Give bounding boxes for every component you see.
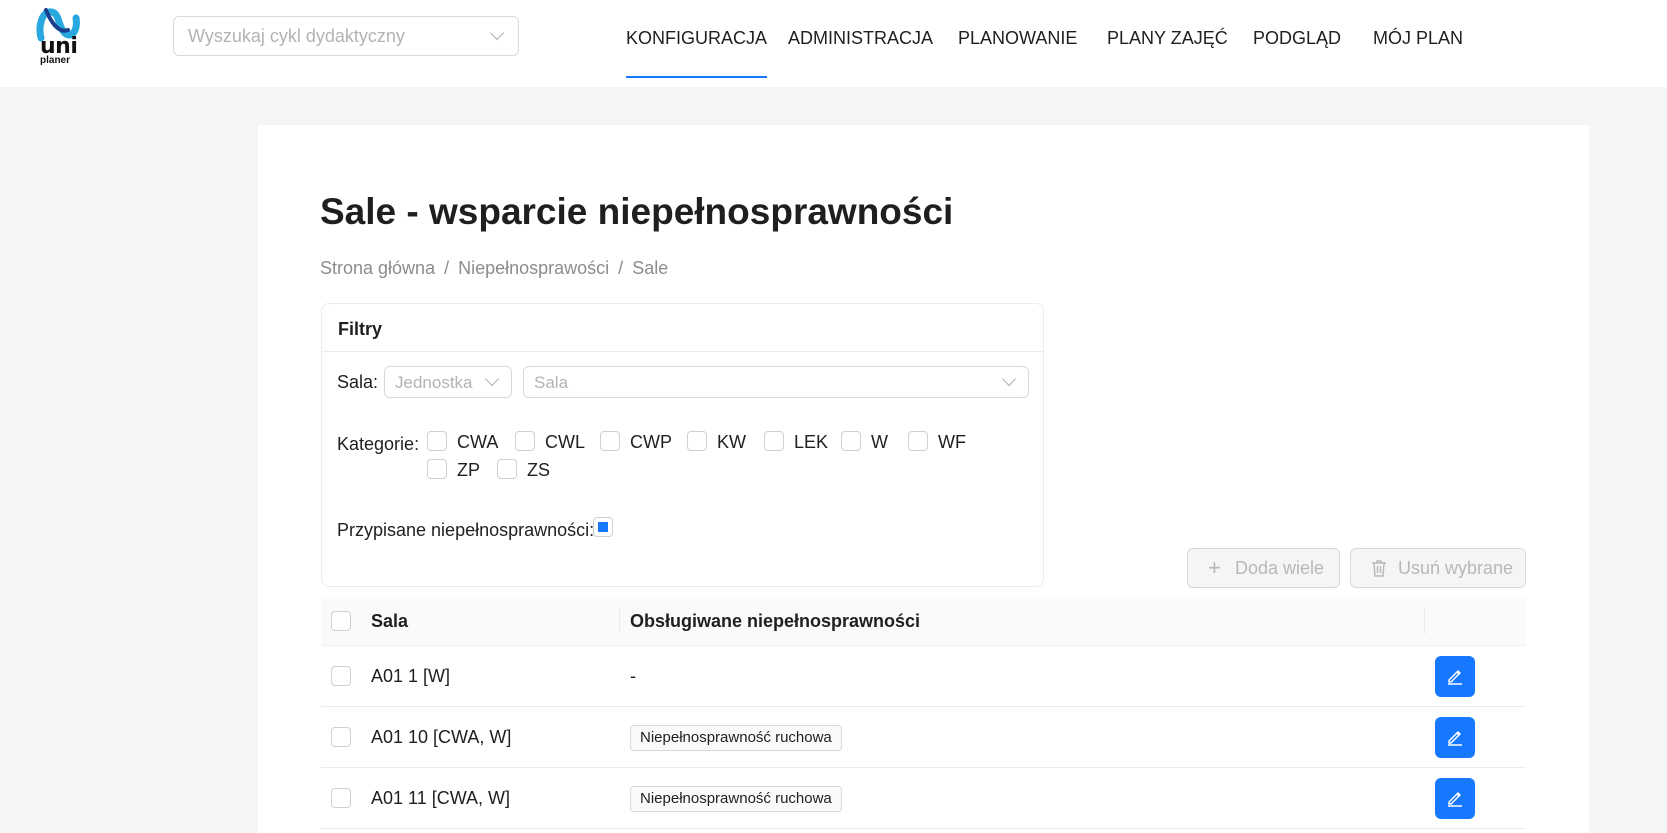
row-checkbox[interactable] [331, 727, 351, 747]
room-select[interactable]: Sala [523, 366, 1029, 398]
breadcrumb: Strona główna / Niepełnosprawości / Sale [320, 256, 668, 280]
edit-button[interactable] [1435, 778, 1475, 819]
logo-text-planer: planer [40, 55, 71, 66]
room-select-placeholder: Sala [534, 373, 569, 392]
unit-select-placeholder: Jednostka [395, 373, 473, 392]
categories-label: Kategorie: [337, 434, 420, 454]
page-title: Sale - wsparcie niepełnosprawności [320, 191, 954, 232]
category-label-cwl: CWL [545, 432, 585, 452]
breadcrumb-disabilities[interactable]: Niepełnosprawości [458, 258, 609, 278]
nav-moj-plan[interactable]: MÓJ PLAN [1373, 26, 1463, 50]
chevron-down-icon [1001, 371, 1017, 387]
nav-administracja[interactable]: ADMINISTRACJA [788, 26, 933, 50]
breadcrumb-separator: / [618, 258, 624, 278]
room-filter-label: Sala: [337, 372, 379, 392]
row-room: A01 1 [W] [371, 666, 451, 686]
row-disabilities: - [630, 666, 636, 686]
row-room: A01 10 [CWA, W] [371, 727, 512, 747]
category-label-lek: LEK [794, 432, 829, 452]
column-header-disabilities[interactable]: Obsługiwane niepełnosprawności [630, 610, 920, 632]
row-checkbox[interactable] [331, 788, 351, 808]
category-checkbox-w[interactable] [841, 431, 861, 451]
category-label-cwp: CWP [630, 432, 672, 452]
category-label-kw: KW [717, 432, 746, 452]
breadcrumb-current: Sale [632, 258, 669, 278]
chevron-down-icon [489, 25, 505, 41]
disability-tag: Niepełnosprawność ruchowa [630, 725, 842, 751]
breadcrumb-separator: / [444, 258, 450, 278]
chevron-down-icon [484, 371, 500, 387]
pencil-icon [1448, 731, 1462, 746]
pencil-icon [1448, 670, 1462, 685]
category-checkbox-wf[interactable] [908, 431, 928, 451]
plus-icon: + [1208, 555, 1221, 580]
breadcrumb-home[interactable]: Strona główna [320, 258, 435, 278]
category-checkbox-kw[interactable] [687, 431, 707, 451]
category-checkbox-zp[interactable] [427, 459, 447, 479]
top-header: uni planer KONFIGURACJA ADMINISTRACJA PL… [0, 0, 1667, 87]
pencil-icon [1448, 792, 1462, 807]
category-checkbox-lek[interactable] [764, 431, 784, 451]
edit-button[interactable] [1435, 656, 1475, 697]
unit-select[interactable]: Jednostka [384, 366, 512, 398]
nav-plany-zajec[interactable]: PLANY ZAJĘĆ [1107, 26, 1228, 50]
table-row: A01 10 [CWA, W] Niepełnosprawność ruchow… [321, 707, 1526, 768]
table-row: A01 11 [CWA, W] Niepełnosprawność ruchow… [321, 768, 1526, 829]
cycle-search-input[interactable] [188, 17, 488, 55]
column-header-room[interactable]: Sala [371, 610, 408, 632]
category-checkbox-cwl[interactable] [515, 431, 535, 451]
nav-konfiguracja[interactable]: KONFIGURACJA [626, 26, 768, 78]
category-checkbox-zs[interactable] [497, 459, 517, 479]
column-divider [619, 609, 620, 634]
table-header: Sala Obsługiwane niepełnosprawności [321, 597, 1526, 646]
nav-planowanie[interactable]: PLANOWANIE [958, 26, 1077, 50]
delete-selected-label: Usuń wybrane [1398, 558, 1514, 578]
cycle-search-select[interactable] [173, 16, 519, 56]
row-room: A01 11 [CWA, W] [371, 788, 511, 808]
table-row: A01 1 [W] - [321, 646, 1526, 707]
add-many-button[interactable]: + Doda wiele [1187, 548, 1340, 588]
category-checkbox-cwa[interactable] [427, 431, 447, 451]
select-all-checkbox[interactable] [331, 611, 351, 631]
category-checkbox-cwp[interactable] [600, 431, 620, 451]
disability-tag: Niepełnosprawność ruchowa [630, 786, 842, 812]
nav-podglad[interactable]: PODGLĄD [1253, 26, 1341, 50]
delete-selected-button[interactable]: Usuń wybrane [1350, 548, 1526, 588]
category-label-zp: ZP [457, 460, 481, 480]
column-divider [1424, 609, 1425, 634]
filters-panel: Filtry Sala: Jednostka Sala Kategorie: C… [321, 303, 1044, 587]
assigned-disabilities-label: Przypisane niepełnosprawności: [337, 520, 595, 540]
filters-title: Filtry [338, 319, 383, 339]
category-label-w: W [871, 432, 888, 452]
filters-header: Filtry [322, 304, 1043, 352]
category-label-wf: WF [938, 432, 966, 452]
assigned-disabilities-checkbox[interactable] [593, 517, 613, 537]
edit-button[interactable] [1435, 717, 1475, 758]
category-label-zs: ZS [527, 460, 551, 480]
row-checkbox[interactable] [331, 666, 351, 686]
add-many-label: Doda wiele [1235, 558, 1325, 578]
category-label-cwa: CWA [457, 432, 499, 452]
